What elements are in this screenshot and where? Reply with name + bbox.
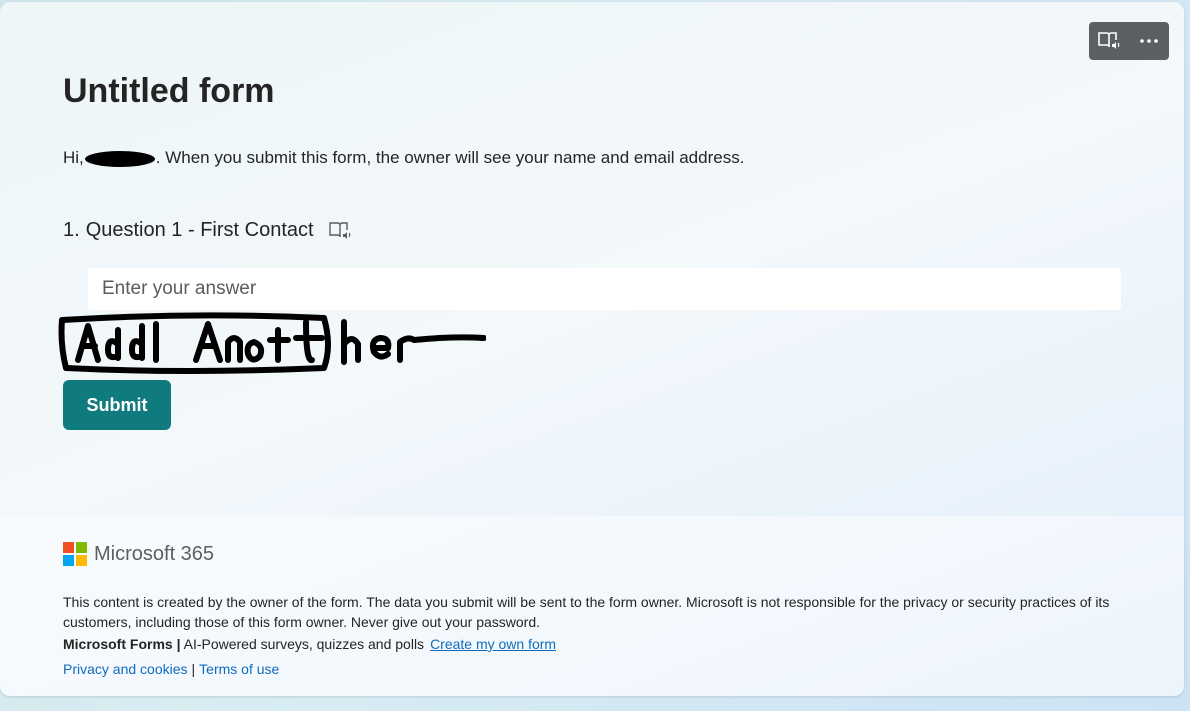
notice-prefix: Hi, xyxy=(63,148,84,167)
brand-text: Microsoft 365 xyxy=(94,542,215,565)
submit-button[interactable]: Submit xyxy=(63,380,171,430)
notice-suffix: . When you submit this form, the owner w… xyxy=(155,148,745,167)
privacy-link[interactable]: Privacy and cookies xyxy=(63,661,188,677)
question-text: Question 1 - First Contact xyxy=(85,219,314,241)
form-card: Untitled form Hi, . When you submit this … xyxy=(0,2,1184,696)
question-immersive-reader-button[interactable] xyxy=(328,221,352,241)
create-form-link[interactable]: Create my own form xyxy=(430,636,556,652)
redacted-name xyxy=(84,150,155,167)
question-number: 1. xyxy=(63,219,80,241)
identity-notice: Hi, . When you submit this form, the owne… xyxy=(63,148,744,168)
product-name: Microsoft Forms | xyxy=(63,636,181,652)
product-tagline: AI-Powered surveys, quizzes and polls xyxy=(180,636,425,652)
legal-separator: | xyxy=(191,661,196,677)
disclaimer-text: This content is created by the owner of … xyxy=(63,594,1110,630)
handwritten-annotation xyxy=(58,312,486,374)
terms-link[interactable]: Terms of use xyxy=(199,661,279,677)
more-options-button[interactable] xyxy=(1132,26,1166,56)
answer-input[interactable] xyxy=(88,268,1121,310)
more-options-icon xyxy=(1140,39,1158,43)
immersive-reader-icon xyxy=(328,221,350,239)
legal-links: Privacy and cookies | Terms of use xyxy=(63,661,279,677)
microsoft-365-logo: Microsoft 365 xyxy=(63,542,214,566)
forms-promo: Microsoft Forms | AI-Powered surveys, qu… xyxy=(63,636,556,652)
form-title: Untitled form xyxy=(63,72,275,110)
question-1: 1. Question 1 - First Contact xyxy=(63,219,352,242)
microsoft-logo-icon xyxy=(63,542,87,566)
top-toolbar xyxy=(1089,22,1169,60)
immersive-reader-button[interactable] xyxy=(1092,26,1126,56)
immersive-reader-icon xyxy=(1098,32,1120,49)
